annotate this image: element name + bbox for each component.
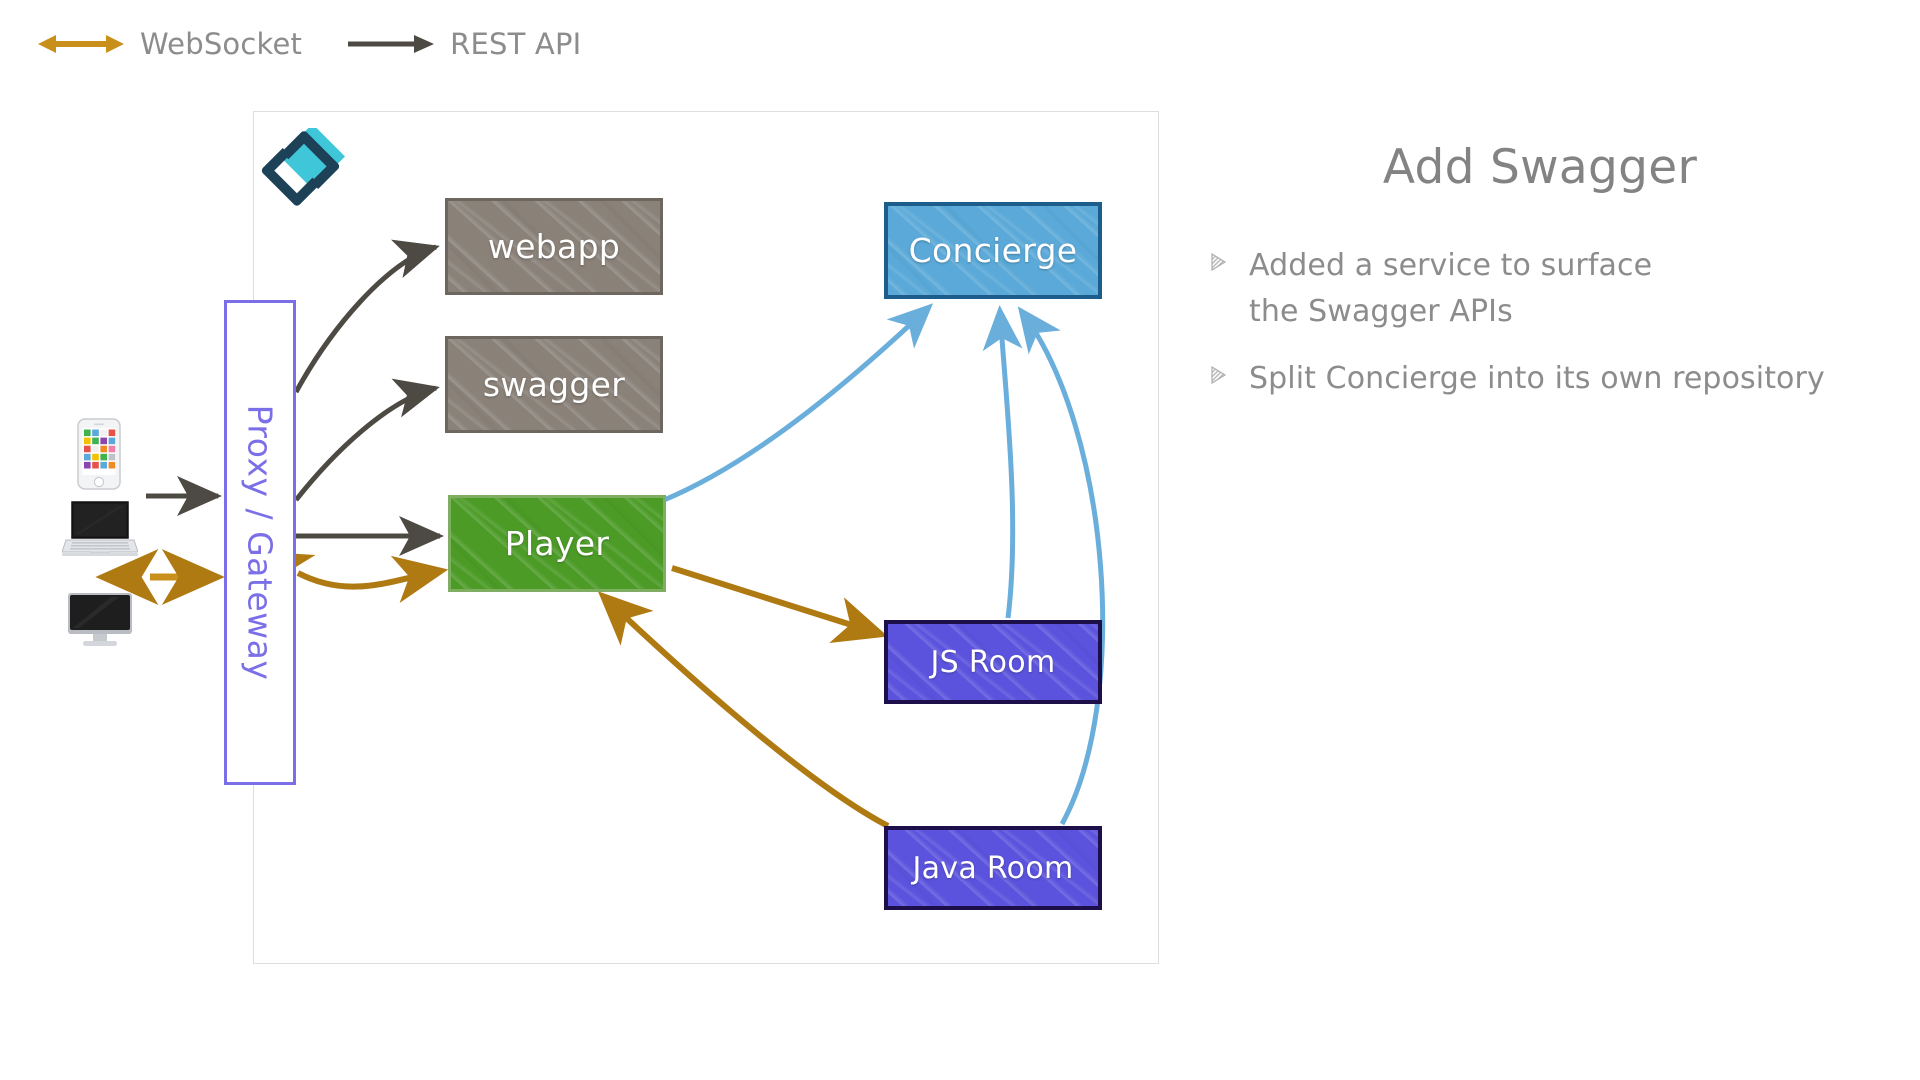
legend: WebSocket REST API bbox=[36, 22, 581, 66]
list-item: Split Concierge into its own repository bbox=[1210, 356, 1870, 402]
node-java-room-label: Java Room bbox=[912, 850, 1074, 886]
node-swagger-label: swagger bbox=[482, 365, 626, 404]
legend-label-rest-api: REST API bbox=[450, 27, 582, 61]
legend-item-rest-api: REST API bbox=[346, 27, 581, 61]
list-item-text: Split Concierge into its own repository bbox=[1249, 361, 1825, 397]
striped-triangle-bullet-icon bbox=[1210, 252, 1227, 272]
node-proxy-gateway-label: Proxy / Gateway bbox=[240, 404, 280, 681]
node-webapp[interactable]: webapp bbox=[445, 198, 663, 295]
phone-icon bbox=[77, 418, 121, 494]
striped-triangle-bullet-icon bbox=[1210, 365, 1227, 385]
list-item-text: Added a service to surface the Swagger A… bbox=[1249, 248, 1653, 329]
node-player-label: Player bbox=[504, 524, 610, 563]
legend-item-websocket: WebSocket bbox=[36, 27, 302, 61]
legend-label-websocket: WebSocket bbox=[140, 27, 303, 61]
node-js-room[interactable]: JS Room bbox=[884, 620, 1102, 704]
list-item: Added a service to surface the Swagger A… bbox=[1210, 243, 1870, 334]
bullet-list: Added a service to surface the Swagger A… bbox=[1210, 243, 1870, 402]
laptop-icon bbox=[61, 500, 139, 562]
node-swagger[interactable]: swagger bbox=[445, 336, 663, 433]
desktop-icon bbox=[67, 592, 133, 652]
content-column: Add Swagger Added a service to surface t… bbox=[1210, 140, 1870, 424]
gameon-logo-icon bbox=[258, 123, 350, 216]
node-player[interactable]: Player bbox=[448, 495, 666, 592]
bidirectional-arrow-icon bbox=[36, 31, 126, 57]
node-concierge[interactable]: Concierge bbox=[884, 202, 1102, 299]
node-js-room-label: JS Room bbox=[930, 644, 1056, 680]
arrow-right-icon bbox=[346, 31, 436, 57]
node-concierge-label: Concierge bbox=[908, 231, 1078, 270]
node-webapp-label: webapp bbox=[487, 227, 621, 266]
page-title: Add Swagger bbox=[1382, 140, 1698, 195]
node-java-room[interactable]: Java Room bbox=[884, 826, 1102, 910]
node-proxy-gateway[interactable]: Proxy / Gateway bbox=[224, 300, 296, 785]
